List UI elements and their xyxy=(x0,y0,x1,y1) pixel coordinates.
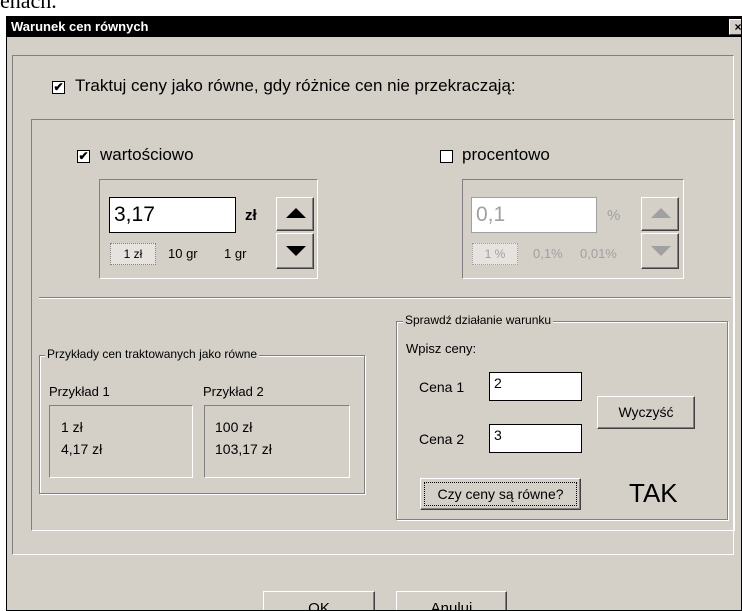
example2-title: Przykład 2 xyxy=(203,384,264,399)
examples-legend: Przykłady cen traktowanych jako równe xyxy=(45,347,260,361)
step-001pct-button[interactable]: 0,01% xyxy=(580,246,617,261)
percent-mode-label: procentowo xyxy=(462,145,550,164)
value-amount-input[interactable]: 3,17 xyxy=(109,197,236,233)
price1-label: Cena 1 xyxy=(419,379,465,395)
percent-mode-checkbox[interactable] xyxy=(440,150,453,163)
percent-unit-label: % xyxy=(607,207,621,224)
step-10gr-button[interactable]: 10 gr xyxy=(168,246,198,261)
result-label: TAK xyxy=(629,478,678,508)
value-mode-checkbox[interactable]: ✔ xyxy=(77,150,90,163)
step-1pct-button[interactable]: 1 % xyxy=(472,243,518,265)
example1-line1: 1 zł xyxy=(61,419,83,435)
separator xyxy=(39,297,731,299)
example2-line2: 103,17 zł xyxy=(215,441,272,457)
arrow-down-icon xyxy=(651,246,671,256)
example1-line2: 4,17 zł xyxy=(61,441,103,457)
treat-equal-label: Traktuj ceny jako równe, gdy różnice cen… xyxy=(75,76,516,95)
value-increase-button[interactable] xyxy=(276,197,314,231)
treat-equal-checkbox[interactable]: ✔ xyxy=(52,81,65,94)
check-legend: Sprawdź działanie warunku xyxy=(403,313,554,327)
step-1gr-button[interactable]: 1 gr xyxy=(224,246,246,261)
price2-input[interactable]: 3 xyxy=(489,424,582,453)
arrow-up-icon xyxy=(286,208,306,218)
value-decrease-button[interactable] xyxy=(276,233,314,269)
test-equal-button[interactable]: Czy ceny są równe? xyxy=(420,478,581,510)
arrow-down-icon xyxy=(286,246,306,256)
example2-line1: 100 zł xyxy=(215,419,253,435)
dialog-titlebar: Warunek cen równych × xyxy=(7,17,741,37)
percent-amount-input[interactable]: 0,1 xyxy=(471,197,597,233)
clear-button[interactable]: Wyczyść xyxy=(597,396,695,429)
value-unit-label: zł xyxy=(245,207,257,224)
value-mode-label: wartościowo xyxy=(100,145,194,164)
check-prompt: Wpisz ceny: xyxy=(406,341,477,356)
arrow-up-icon xyxy=(651,208,671,218)
price2-label: Cena 2 xyxy=(419,431,465,447)
close-icon[interactable]: × xyxy=(729,19,741,35)
background-text: enach. xyxy=(0,0,57,13)
cancel-button[interactable]: Anuluj xyxy=(396,591,507,610)
dialog-title: Warunek cen równych xyxy=(11,19,149,34)
dialog-window: Warunek cen równych × ✔ Traktuj ceny jak… xyxy=(6,16,742,611)
step-1zl-button[interactable]: 1 zł xyxy=(110,243,156,265)
price1-input[interactable]: 2 xyxy=(489,372,582,401)
example1-title: Przykład 1 xyxy=(49,384,110,399)
step-01pct-button[interactable]: 0,1% xyxy=(533,246,563,261)
percent-increase-button[interactable] xyxy=(641,197,679,231)
ok-button[interactable]: OK xyxy=(263,591,375,610)
percent-decrease-button[interactable] xyxy=(641,233,679,269)
